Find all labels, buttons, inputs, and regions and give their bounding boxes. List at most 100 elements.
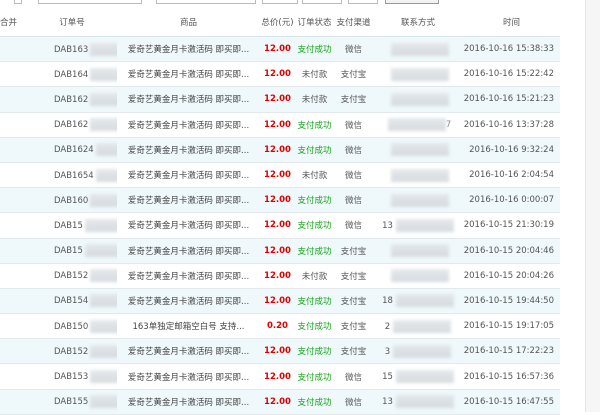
product-name[interactable]: 爱奇艺黄金月卡激活码 即买即... xyxy=(117,363,260,390)
order-number-cell[interactable]: DAB1624 xyxy=(27,86,117,113)
redacted-contact xyxy=(393,344,452,358)
table-row[interactable]: DAB153 爱奇艺黄金月卡激活码 即买即... 12.00 支付成功 微信 15 2016… xyxy=(0,363,560,390)
order-number-cell[interactable]: DAB16001 xyxy=(27,187,117,214)
header-contact[interactable]: 联系方式 xyxy=(373,8,463,37)
header-merge[interactable]: 合并 xyxy=(0,8,27,37)
order-search-input[interactable] xyxy=(38,0,142,4)
header-order-number[interactable]: 订单号 xyxy=(27,8,117,37)
order-number-prefix: DAB152 xyxy=(54,271,89,282)
table-row[interactable]: DAB155 爱奇艺黄金月卡激活码 即买即... 12.00 支付成功 微信 13 2016… xyxy=(0,389,560,415)
order-status-badge: 支付成功 xyxy=(295,288,334,315)
vertical-scrollbar[interactable] xyxy=(585,0,600,412)
order-number-cell[interactable]: DAB159 xyxy=(27,212,117,239)
header-product[interactable]: 商品 xyxy=(117,8,260,37)
product-name[interactable]: 163单独定邮箱空白号 支持... xyxy=(117,313,260,340)
contact-prefix: 13 xyxy=(382,220,393,231)
date-start-input[interactable] xyxy=(262,0,298,4)
search-button[interactable] xyxy=(385,0,439,4)
order-number-cell[interactable]: DAB155 xyxy=(27,389,117,415)
product-name[interactable]: 爱奇艺黄金月卡激活码 即买即... xyxy=(117,86,260,113)
table-row[interactable]: DAB1624 爱奇艺黄金月卡激活码 即买即... 12.00 支付成功 微信 2016-… xyxy=(0,137,560,163)
order-number-cell[interactable]: DAB164? xyxy=(27,61,117,88)
order-number-cell[interactable]: DAB16302 xyxy=(27,36,117,63)
table-row[interactable]: DAB1654 爱奇艺黄金月卡激活码 即买即... 12.00 未付款 微信 2016-1… xyxy=(0,162,560,189)
redacted-contact xyxy=(395,218,454,232)
product-name[interactable]: 爱奇艺黄金月卡激活码 即买即... xyxy=(117,36,260,63)
order-number-prefix: DAB1654 xyxy=(54,170,94,181)
order-number-cell[interactable]: DAB1624 xyxy=(27,137,117,163)
contact-prefix: 13 xyxy=(382,397,393,408)
date-end-input[interactable] xyxy=(302,0,342,4)
table-row[interactable]: DAB16302爱奇艺黄金月卡激活码 即买即...12.00支付成功微信 2016… xyxy=(0,36,560,63)
order-number-cell[interactable]: DAB150 xyxy=(27,313,117,340)
status-select[interactable] xyxy=(348,0,378,4)
order-status-badge: 未付款 xyxy=(295,162,334,189)
redacted-order-digits xyxy=(84,244,117,258)
total-price: 12.00 xyxy=(260,363,295,390)
product-name[interactable]: 爱奇艺黄金月卡激活码 即买即... xyxy=(117,61,260,88)
redacted-order-digits xyxy=(95,168,117,182)
table-row[interactable]: DAB1624爱奇艺黄金月卡激活码 即买即...12.00未付款支付宝 2016-… xyxy=(0,86,560,113)
redacted-order-digits xyxy=(90,118,117,132)
header-payment-channel[interactable]: 支付渠道 xyxy=(334,8,373,37)
header-time[interactable]: 时间 xyxy=(463,8,560,37)
redacted-contact xyxy=(390,244,449,258)
order-number-cell[interactable]: DAB1654 xyxy=(27,162,117,189)
product-name[interactable]: 爱奇艺黄金月卡激活码 即买即... xyxy=(117,112,260,138)
table-row[interactable]: DAB164?爱奇艺黄金月卡激活码 即买即...12.00未付款支付宝 2016-… xyxy=(0,61,560,88)
contact-cell: 3 xyxy=(373,338,463,365)
product-name[interactable]: 爱奇艺黄金月卡激活码 即买即... xyxy=(117,338,260,365)
header-order-status[interactable]: 订单状态 xyxy=(295,8,334,37)
order-number-cell[interactable]: DAB152 xyxy=(27,338,117,365)
table-row[interactable]: DAB152 爱奇艺黄金月卡激活码 即买即... 12.00 支付成功 支付宝 3 2016… xyxy=(0,338,560,365)
total-price: 12.00 xyxy=(260,137,295,163)
order-number-prefix: DAB153 xyxy=(54,372,89,383)
filter-bar xyxy=(0,0,600,5)
table-row[interactable]: DAB1623爱奇艺黄金月卡激活码 即买即...12.00支付成功微信 7 2016… xyxy=(0,112,560,138)
redacted-order-digits xyxy=(90,42,117,56)
order-number-prefix: DAB1624 xyxy=(54,145,94,156)
redacted-order-digits xyxy=(90,193,117,207)
total-price: 12.00 xyxy=(260,61,295,88)
order-number-prefix: DAB150 xyxy=(54,321,89,332)
order-number-cell[interactable]: DAB1623 xyxy=(27,112,117,138)
header-total-price[interactable]: 总价(元) xyxy=(260,8,295,37)
total-price: 12.00 xyxy=(260,212,295,239)
order-time: 2016-10-16 0:00:07 xyxy=(463,187,560,214)
product-name[interactable]: 爱奇艺黄金月卡激活码 即买即... xyxy=(117,238,260,264)
redacted-order-digits xyxy=(90,294,117,308)
table-row[interactable]: DAB152 爱奇艺黄金月卡激活码 即买即... 12.00 未付款 支付宝 2016-1… xyxy=(0,263,560,289)
redacted-contact xyxy=(390,168,449,182)
merge-cell xyxy=(0,162,27,189)
order-number-cell[interactable]: DAB15 xyxy=(27,238,117,264)
product-name[interactable]: 爱奇艺黄金月卡激活码 即买即... xyxy=(117,187,260,214)
order-status-badge: 支付成功 xyxy=(295,36,334,63)
order-status-badge: 未付款 xyxy=(295,86,334,113)
contact-cell: 7 xyxy=(373,112,463,138)
table-row[interactable]: DAB154 爱奇艺黄金月卡激活码 即买即... 12.00 支付成功 支付宝 18 201… xyxy=(0,288,560,315)
table-row[interactable]: DAB16001爱奇艺黄金月卡激活码 即买即...12.00支付成功微信 2016… xyxy=(0,187,560,214)
order-number-cell[interactable]: DAB152 xyxy=(27,263,117,289)
redacted-contact xyxy=(390,67,449,81)
order-status-badge: 支付成功 xyxy=(295,112,334,138)
order-number-cell[interactable]: DAB154 xyxy=(27,288,117,315)
redacted-contact xyxy=(390,92,449,106)
product-name[interactable]: 爱奇艺黄金月卡激活码 即买即... xyxy=(117,137,260,163)
product-name[interactable]: 爱奇艺黄金月卡激活码 即买即... xyxy=(117,389,260,415)
contact-suffix: 7 xyxy=(445,120,452,131)
order-number-cell[interactable]: DAB153 xyxy=(27,363,117,390)
keyword-search-input[interactable] xyxy=(156,0,256,4)
order-time: 2016-10-15 16:57:36 xyxy=(463,363,560,390)
redacted-order-digits xyxy=(90,344,117,358)
payment-channel: 微信 xyxy=(334,112,373,138)
filter-checkbox[interactable] xyxy=(14,0,22,4)
redacted-order-digits xyxy=(95,143,117,157)
table-row[interactable]: DAB15 爱奇艺黄金月卡激活码 即买即... 12.00 支付成功 支付宝 2016-1… xyxy=(0,238,560,264)
table-row[interactable]: DAB150 163单独定邮箱空白号 支持... 0.20 支付成功 支付宝 2 2016-… xyxy=(0,313,560,340)
product-name[interactable]: 爱奇艺黄金月卡激活码 即买即... xyxy=(117,263,260,289)
product-name[interactable]: 爱奇艺黄金月卡激活码 即买即... xyxy=(117,162,260,189)
table-row[interactable]: DAB159爱奇艺黄金月卡激活码 即买即...12.00支付成功微信 13 2016… xyxy=(0,212,560,239)
total-price: 12.00 xyxy=(260,238,295,264)
product-name[interactable]: 爱奇艺黄金月卡激活码 即买即... xyxy=(117,288,260,315)
product-name[interactable]: 爱奇艺黄金月卡激活码 即买即... xyxy=(117,212,260,239)
